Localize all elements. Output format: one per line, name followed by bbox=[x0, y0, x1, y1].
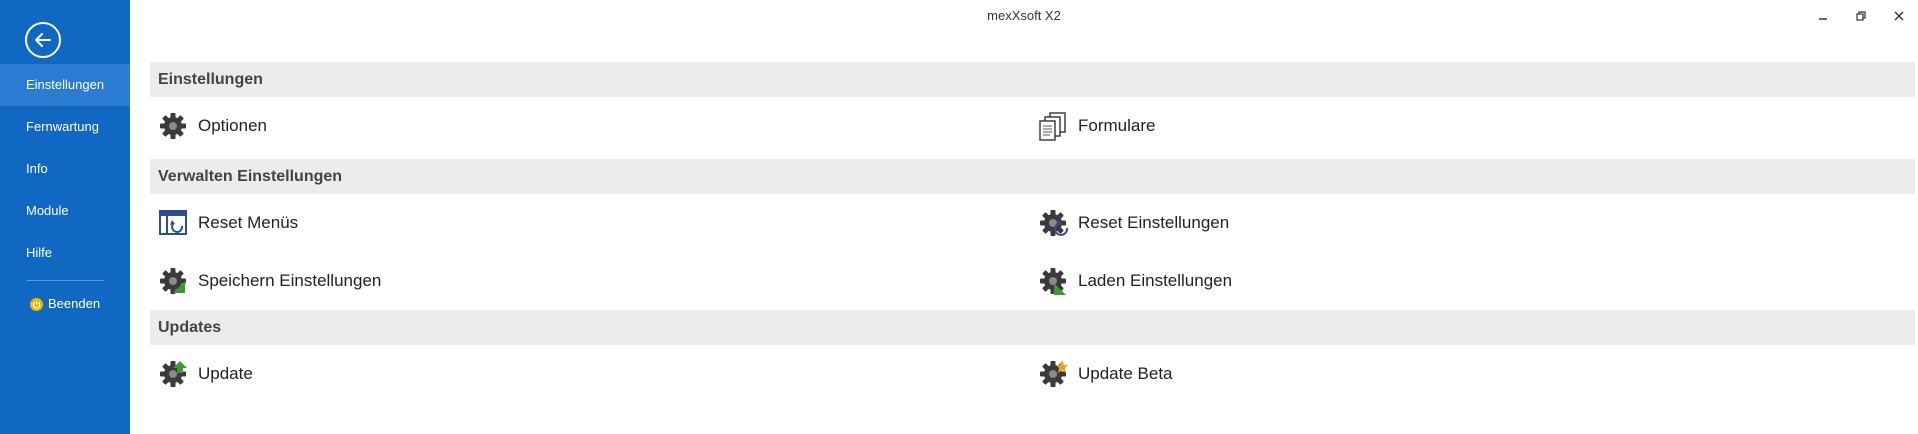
sidebar-divider bbox=[26, 280, 104, 281]
sidebar-item-info[interactable]: Info bbox=[0, 148, 130, 190]
back-arrow-icon bbox=[35, 33, 51, 47]
restore-icon bbox=[1856, 11, 1866, 21]
section-verwalten-header: Verwalten Einstellungen bbox=[150, 159, 1915, 194]
gear-icon bbox=[160, 113, 186, 139]
update-button[interactable]: Update bbox=[150, 345, 1030, 403]
documents-icon bbox=[1039, 112, 1066, 141]
section-einstellungen-row: Optionen Formulare bbox=[150, 97, 1915, 155]
laden-einstellungen-button[interactable]: Laden Einstellungen bbox=[1030, 252, 1910, 310]
gear-save-icon bbox=[160, 268, 186, 294]
speichern-einstellungen-label: Speichern Einstellungen bbox=[198, 271, 382, 290]
sidebar-item-module[interactable]: Module bbox=[0, 190, 130, 232]
reset-menu-icon bbox=[159, 210, 187, 235]
minimize-icon bbox=[1819, 18, 1827, 20]
close-icon bbox=[1894, 11, 1904, 21]
reset-einstellungen-label: Reset Einstellungen bbox=[1078, 213, 1230, 232]
speichern-einstellungen-button[interactable]: Speichern Einstellungen bbox=[150, 252, 1030, 310]
power-icon bbox=[30, 297, 43, 311]
update-beta-label: Update Beta bbox=[1078, 364, 1173, 383]
section-einstellungen-header: Einstellungen bbox=[150, 62, 1915, 97]
section-updates-row: Update Update Beta bbox=[150, 345, 1915, 403]
gear-load-icon bbox=[1040, 268, 1066, 295]
quit-button[interactable]: Beenden bbox=[0, 287, 130, 321]
gear-reset-icon bbox=[1040, 210, 1068, 236]
gear-update-icon bbox=[160, 361, 187, 387]
minimize-button[interactable] bbox=[1804, 0, 1842, 32]
sidebar-item-fernwartung[interactable]: Fernwartung bbox=[0, 106, 130, 148]
restore-button[interactable] bbox=[1842, 0, 1880, 32]
window-title: mexXsoft X2 bbox=[987, 8, 1061, 23]
sidebar-nav: Einstellungen Fernwartung Info Module Hi… bbox=[0, 64, 130, 321]
update-beta-button[interactable]: Update Beta bbox=[1030, 345, 1910, 403]
formulare-label: Formulare bbox=[1078, 116, 1156, 135]
window-controls bbox=[1804, 0, 1918, 32]
reset-einstellungen-button[interactable]: Reset Einstellungen bbox=[1030, 194, 1910, 252]
section-verwalten-row-1: Reset Menüs Reset Einstellungen bbox=[150, 194, 1915, 252]
reset-menus-button[interactable]: Reset Menüs bbox=[150, 194, 1030, 252]
section-updates-header: Updates bbox=[150, 310, 1915, 345]
sidebar-item-hilfe[interactable]: Hilfe bbox=[0, 232, 130, 274]
update-label: Update bbox=[198, 364, 253, 383]
main-content: Einstellungen Optionen Formulare Verwalt… bbox=[150, 62, 1915, 403]
gear-beta-icon bbox=[1040, 360, 1068, 387]
close-button[interactable] bbox=[1880, 0, 1918, 32]
quit-label: Beenden bbox=[48, 296, 101, 311]
optionen-button[interactable]: Optionen bbox=[150, 97, 1030, 155]
formulare-button[interactable]: Formulare bbox=[1030, 97, 1910, 155]
sidebar: Einstellungen Fernwartung Info Module Hi… bbox=[0, 0, 130, 434]
reset-menus-label: Reset Menüs bbox=[198, 213, 299, 232]
back-button[interactable] bbox=[25, 22, 61, 58]
sidebar-item-einstellungen[interactable]: Einstellungen bbox=[0, 64, 130, 106]
optionen-label: Optionen bbox=[198, 116, 267, 135]
laden-einstellungen-label: Laden Einstellungen bbox=[1078, 271, 1233, 290]
section-verwalten-row-2: Speichern Einstellungen Laden Einstellun… bbox=[150, 252, 1915, 310]
